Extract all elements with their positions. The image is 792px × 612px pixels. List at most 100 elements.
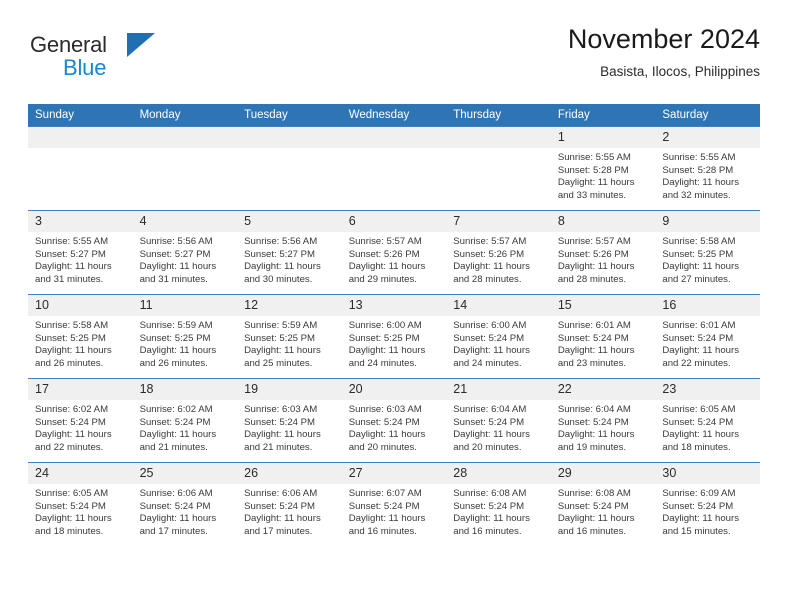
- daylight-text-line1: Daylight: 11 hours: [244, 261, 321, 273]
- calendar-day-cell[interactable]: 23 Sunrise: 6:05 AM Sunset: 5:24 PM Dayligh…: [655, 378, 760, 463]
- sunset-text: Sunset: 5:24 PM: [139, 416, 211, 428]
- sunrise-text: Sunrise: 5:57 AM: [348, 236, 422, 247]
- daylight-text-line1: Daylight: 11 hours: [139, 429, 217, 441]
- day-number: 25: [132, 463, 238, 484]
- calendar-day-cell[interactable]: 6 Sunrise: 5:57 AM Sunset: 5:26 PM Daylight…: [341, 210, 447, 295]
- sunrise-text: Sunrise: 6:09 AM: [662, 488, 736, 499]
- day-number: 7: [446, 211, 551, 232]
- calendar-day-cell[interactable]: 13 Sunrise: 6:00 AM Sunset: 5:25 PM Dayligh…: [341, 294, 447, 379]
- calendar-day-cell[interactable]: 20 Sunrise: 6:03 AM Sunset: 5:24 PM Dayligh…: [341, 378, 447, 463]
- sunrise-text: Sunrise: 6:03 AM: [348, 404, 422, 415]
- weekday-header-tuesday: Tuesday: [237, 104, 342, 127]
- day-number: 6: [341, 211, 447, 232]
- calendar-day-cell[interactable]: 14 Sunrise: 6:00 AM Sunset: 5:24 PM Dayligh…: [446, 294, 551, 379]
- calendar-day-cell[interactable]: 22 Sunrise: 6:04 AM Sunset: 5:24 PM Dayligh…: [550, 378, 656, 463]
- daylight-text-line1: Daylight: 11 hours: [139, 261, 217, 273]
- brand-logo[interactable]: General Blue: [30, 32, 170, 84]
- calendar-day-cell[interactable]: 19 Sunrise: 6:03 AM Sunset: 5:24 PM Dayligh…: [237, 378, 342, 463]
- calendar-page: General Blue November 2024 Basista, Iloc…: [0, 0, 792, 612]
- calendar-day-cell[interactable]: 9 Sunrise: 5:58 AM Sunset: 5:25 PM Daylight…: [655, 210, 760, 295]
- calendar-day-cell[interactable]: 5 Sunrise: 5:56 AM Sunset: 5:27 PM Daylight…: [237, 210, 342, 295]
- calendar-day-cell[interactable]: 17 Sunrise: 6:02 AM Sunset: 5:24 PM Dayligh…: [28, 378, 133, 463]
- sunset-text: Sunset: 5:25 PM: [244, 332, 316, 344]
- weekday-header-friday: Friday: [550, 104, 656, 127]
- day-details: Sunrise: 6:03 AM Sunset: 5:24 PM Daylight:…: [342, 400, 447, 454]
- sunset-text: Sunset: 5:27 PM: [244, 248, 316, 260]
- day-details: Sunrise: 6:05 AM Sunset: 5:24 PM Daylight:…: [655, 400, 760, 454]
- sunset-text: Sunset: 5:24 PM: [453, 416, 525, 428]
- day-cell-inner: 9 Sunrise: 5:58 AM Sunset: 5:25 PM Daylight…: [655, 211, 760, 294]
- calendar-day-cell[interactable]: 2 Sunrise: 5:55 AM Sunset: 5:28 PM Daylight…: [655, 126, 760, 211]
- day-number: 8: [550, 211, 656, 232]
- calendar-day-cell[interactable]: 7 Sunrise: 5:57 AM Sunset: 5:26 PM Daylight…: [446, 210, 551, 295]
- calendar-day-cell[interactable]: 28 Sunrise: 6:08 AM Sunset: 5:24 PM Dayligh…: [446, 462, 551, 546]
- sunrise-text: Sunrise: 5:56 AM: [244, 236, 318, 247]
- calendar-day-cell[interactable]: 12 Sunrise: 5:59 AM Sunset: 5:25 PM Dayligh…: [237, 294, 342, 379]
- daylight-text-line1: Daylight: 11 hours: [453, 261, 530, 273]
- day-number: 17: [28, 379, 133, 400]
- daylight-text-line2: and 26 minutes.: [35, 357, 104, 369]
- calendar-day-cell[interactable]: 26 Sunrise: 6:06 AM Sunset: 5:24 PM Dayligh…: [237, 462, 342, 546]
- sunset-text: Sunset: 5:27 PM: [35, 248, 106, 260]
- day-number: [237, 127, 342, 148]
- sunrise-text: Sunrise: 6:02 AM: [139, 404, 213, 415]
- day-number: [132, 127, 238, 148]
- calendar-day-cell[interactable]: 1 Sunrise: 5:55 AM Sunset: 5:28 PM Daylight…: [550, 126, 656, 211]
- day-number: 4: [132, 211, 238, 232]
- sunset-text: Sunset: 5:24 PM: [35, 500, 106, 512]
- day-cell-inner: [237, 127, 342, 210]
- sunset-text: Sunset: 5:25 PM: [35, 332, 106, 344]
- daylight-text-line1: Daylight: 11 hours: [557, 261, 635, 273]
- daylight-text-line1: Daylight: 11 hours: [244, 345, 321, 357]
- sunrise-text: Sunrise: 5:59 AM: [139, 320, 213, 331]
- day-number: 10: [28, 295, 133, 316]
- sunrise-text: Sunrise: 6:06 AM: [244, 488, 318, 499]
- sunrise-text: Sunrise: 5:59 AM: [244, 320, 318, 331]
- day-details: Sunrise: 5:57 AM Sunset: 5:26 PM Daylight:…: [342, 232, 447, 286]
- calendar-day-cell[interactable]: 30 Sunrise: 6:09 AM Sunset: 5:24 PM Dayligh…: [655, 462, 760, 546]
- day-cell-inner: 17 Sunrise: 6:02 AM Sunset: 5:24 PM Dayligh…: [28, 379, 133, 462]
- sunrise-text: Sunrise: 5:55 AM: [35, 236, 109, 247]
- calendar-day-cell[interactable]: 3 Sunrise: 5:55 AM Sunset: 5:27 PM Daylight…: [28, 210, 133, 295]
- daylight-text-line1: Daylight: 11 hours: [35, 261, 112, 273]
- daylight-text-line2: and 15 minutes.: [662, 525, 731, 537]
- daylight-text-line2: and 32 minutes.: [662, 189, 731, 201]
- sunrise-text: Sunrise: 6:04 AM: [453, 404, 527, 415]
- daylight-text-line2: and 30 minutes.: [244, 273, 313, 285]
- daylight-text-line2: and 31 minutes.: [139, 273, 208, 285]
- sunset-text: Sunset: 5:24 PM: [453, 332, 525, 344]
- day-details: Sunrise: 6:04 AM Sunset: 5:24 PM Daylight:…: [446, 400, 551, 454]
- sunrise-text: Sunrise: 6:08 AM: [453, 488, 527, 499]
- calendar-day-cell[interactable]: 4 Sunrise: 5:56 AM Sunset: 5:27 PM Daylight…: [132, 210, 238, 295]
- calendar-day-cell[interactable]: 25 Sunrise: 6:06 AM Sunset: 5:24 PM Dayligh…: [132, 462, 238, 546]
- day-details: Sunrise: 6:01 AM Sunset: 5:24 PM Daylight:…: [655, 316, 760, 370]
- calendar-day-cell[interactable]: 8 Sunrise: 5:57 AM Sunset: 5:26 PM Daylight…: [550, 210, 656, 295]
- sunset-text: Sunset: 5:24 PM: [139, 500, 211, 512]
- day-cell-inner: 29 Sunrise: 6:08 AM Sunset: 5:24 PM Dayligh…: [550, 463, 656, 546]
- day-cell-inner: 27 Sunrise: 6:07 AM Sunset: 5:24 PM Dayligh…: [341, 463, 447, 546]
- calendar-day-cell[interactable]: 29 Sunrise: 6:08 AM Sunset: 5:24 PM Dayligh…: [550, 462, 656, 546]
- daylight-text-line2: and 31 minutes.: [35, 273, 104, 285]
- day-cell-inner: 18 Sunrise: 6:02 AM Sunset: 5:24 PM Dayligh…: [132, 379, 238, 462]
- calendar-day-cell[interactable]: 11 Sunrise: 5:59 AM Sunset: 5:25 PM Dayligh…: [132, 294, 238, 379]
- calendar-day-cell[interactable]: 10 Sunrise: 5:58 AM Sunset: 5:25 PM Dayligh…: [28, 294, 133, 379]
- day-number: 13: [341, 295, 447, 316]
- day-details: Sunrise: 5:56 AM Sunset: 5:27 PM Daylight:…: [237, 232, 342, 286]
- page-title: November 2024: [567, 24, 760, 54]
- sunset-text: Sunset: 5:24 PM: [557, 332, 629, 344]
- day-details: Sunrise: 5:55 AM Sunset: 5:27 PM Daylight:…: [28, 232, 133, 286]
- sunrise-text: Sunrise: 6:01 AM: [557, 320, 631, 331]
- calendar-day-cell[interactable]: 24 Sunrise: 6:05 AM Sunset: 5:24 PM Dayligh…: [28, 462, 133, 546]
- calendar-day-cell-empty: [341, 126, 447, 211]
- calendar-day-cell[interactable]: 18 Sunrise: 6:02 AM Sunset: 5:24 PM Dayligh…: [132, 378, 238, 463]
- calendar-day-cell[interactable]: 27 Sunrise: 6:07 AM Sunset: 5:24 PM Dayligh…: [341, 462, 447, 546]
- calendar-day-cell[interactable]: 15 Sunrise: 6:01 AM Sunset: 5:24 PM Dayligh…: [550, 294, 656, 379]
- calendar-day-cell[interactable]: 21 Sunrise: 6:04 AM Sunset: 5:24 PM Dayligh…: [446, 378, 551, 463]
- sunset-text: Sunset: 5:25 PM: [662, 248, 734, 260]
- day-number: [341, 127, 447, 148]
- day-cell-inner: 16 Sunrise: 6:01 AM Sunset: 5:24 PM Dayligh…: [655, 295, 760, 378]
- daylight-text-line1: Daylight: 11 hours: [662, 429, 739, 441]
- calendar-day-cell[interactable]: 16 Sunrise: 6:01 AM Sunset: 5:24 PM Dayligh…: [655, 294, 760, 379]
- day-details: Sunrise: 6:00 AM Sunset: 5:24 PM Daylight:…: [446, 316, 551, 370]
- daylight-text-line2: and 16 minutes.: [557, 525, 627, 537]
